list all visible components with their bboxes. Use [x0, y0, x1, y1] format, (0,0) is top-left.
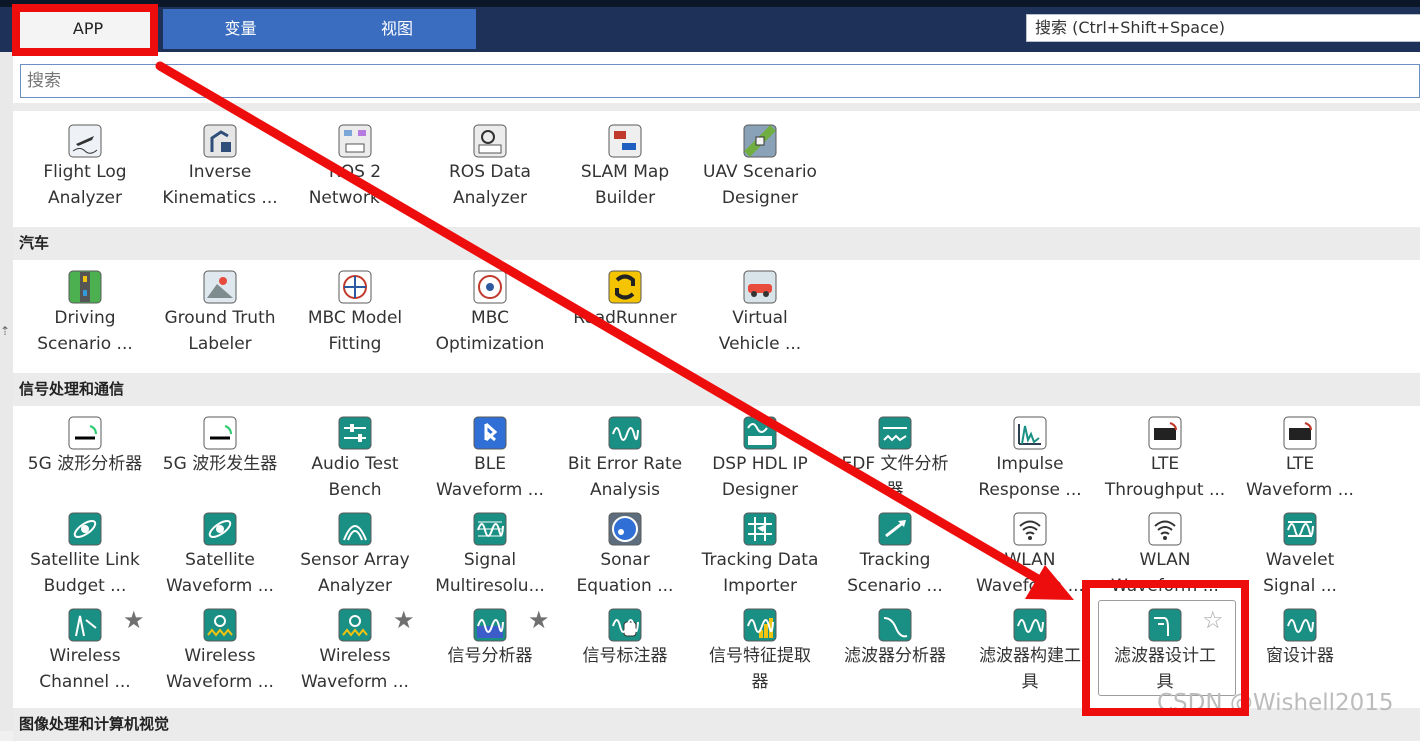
annotation-arrow — [155, 61, 1074, 600]
